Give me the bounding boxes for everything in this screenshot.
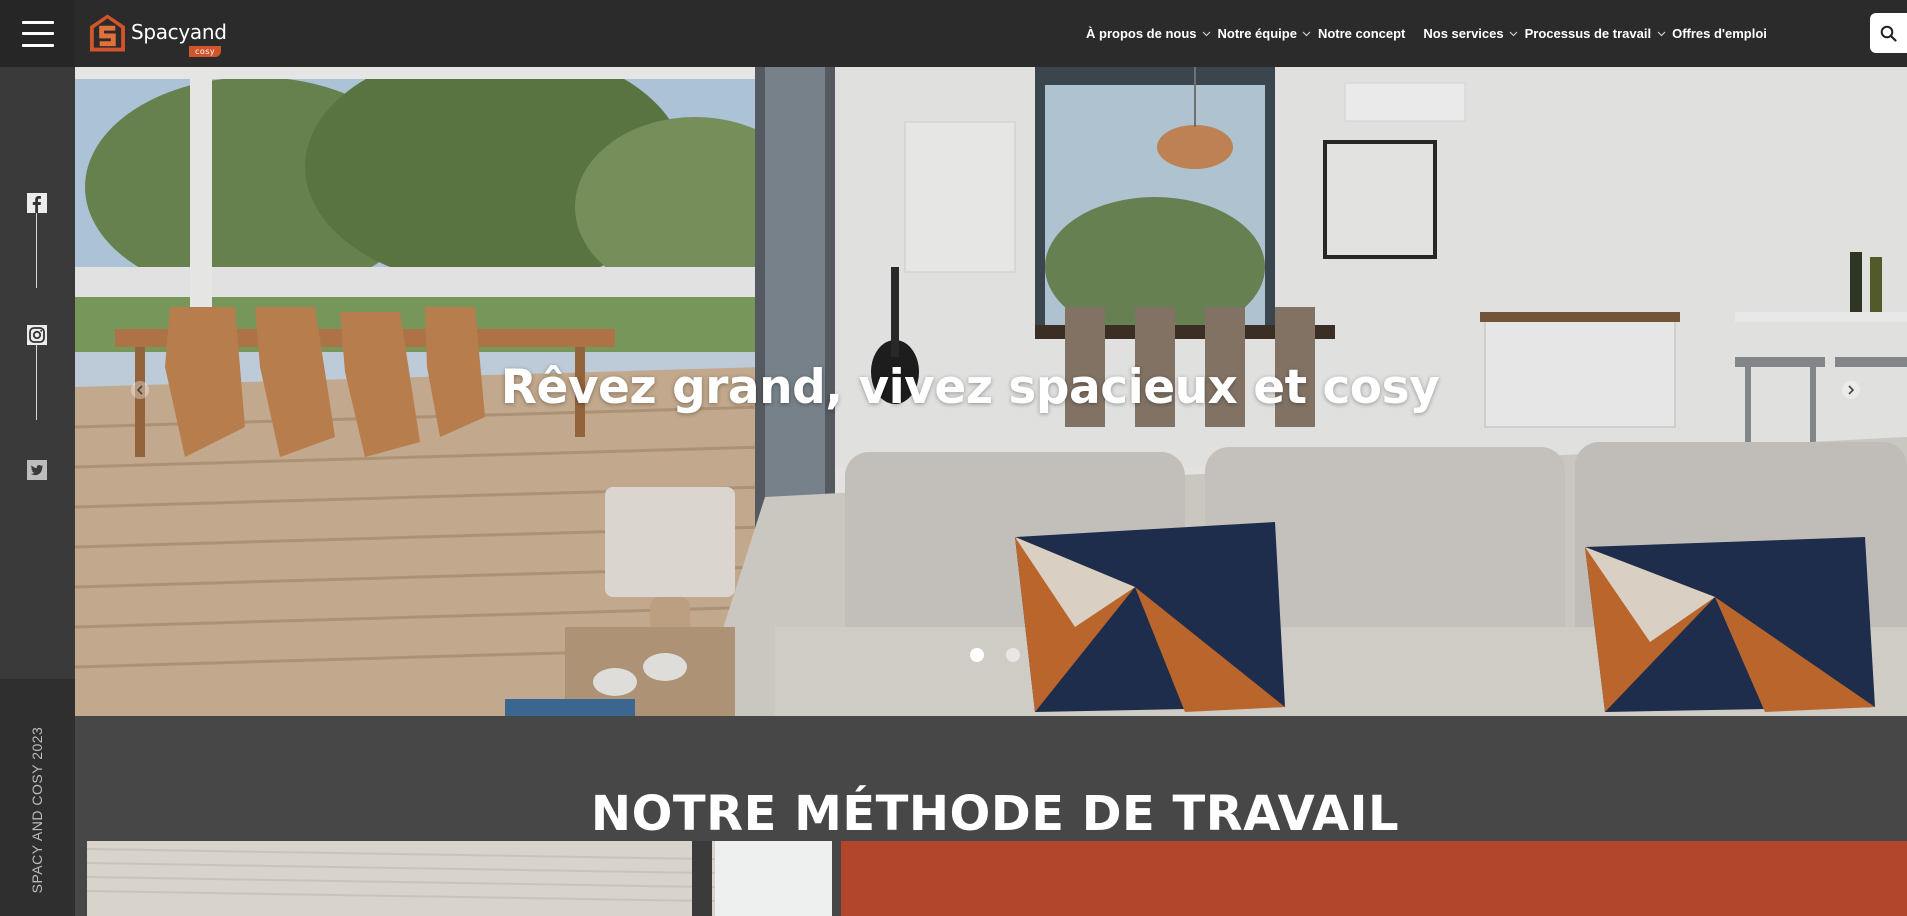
facebook-icon xyxy=(27,193,47,213)
nav-services-label: Nos services xyxy=(1423,26,1504,41)
hero-slider: Rêvez grand, vivez spacieux et cosy xyxy=(75,67,1907,716)
nav-about-label: À propos de nous xyxy=(1086,26,1197,41)
method-title: NOTRE MÉTHODE DE TRAVAIL xyxy=(590,785,1400,842)
site-logo[interactable]: Spacyand cosy xyxy=(88,10,238,58)
method-card-highlight xyxy=(841,841,1907,916)
slider-prev-button[interactable] xyxy=(131,381,149,399)
method-section: NOTRE MÉTHODE DE TRAVAIL xyxy=(75,716,1907,916)
slider-dot-2[interactable] xyxy=(1006,648,1020,662)
chevron-right-icon xyxy=(1848,385,1855,395)
chevron-down-icon xyxy=(1202,29,1212,39)
facebook-link[interactable] xyxy=(27,193,47,213)
slider-pagination xyxy=(970,648,1020,662)
nav-team-label: Notre équipe xyxy=(1217,26,1297,41)
logo-tag: cosy xyxy=(188,46,222,57)
chevron-down-icon xyxy=(1302,29,1312,39)
top-navbar: Spacyand cosy À propos de nous Notre équ… xyxy=(0,0,1907,67)
nav-concept-label: Notre concept xyxy=(1317,26,1406,41)
nav-process[interactable]: Processus de travail xyxy=(1525,26,1672,41)
menu-button[interactable] xyxy=(0,0,75,67)
twitter-link[interactable] xyxy=(27,460,47,480)
interior-photo-image xyxy=(87,841,832,916)
search-button[interactable] xyxy=(1870,13,1907,53)
method-card-image xyxy=(87,841,832,916)
nav-about[interactable]: À propos de nous xyxy=(1086,26,1218,41)
social-sidebar xyxy=(0,67,75,679)
chevron-left-icon xyxy=(136,385,143,395)
slider-next-button[interactable] xyxy=(1842,381,1860,399)
house-logo-icon xyxy=(89,14,125,52)
chevron-down-icon xyxy=(1656,29,1666,39)
nav-concept[interactable]: Notre concept xyxy=(1318,26,1405,41)
nav-jobs-label: Offres d'emploi xyxy=(1672,26,1767,41)
main-nav: À propos de nous Notre équipe Notre conc… xyxy=(1086,0,1767,67)
chevron-down-icon xyxy=(1509,29,1519,39)
copyright-text: SPACY AND COSY 2023 xyxy=(29,726,45,894)
search-icon xyxy=(1880,25,1897,42)
hamburger-icon xyxy=(21,20,54,47)
nav-jobs[interactable]: Offres d'emploi xyxy=(1672,26,1767,41)
twitter-icon xyxy=(27,460,47,480)
logo-wordmark: Spacyand xyxy=(130,20,227,44)
instagram-link[interactable] xyxy=(27,325,47,345)
nav-process-label: Processus de travail xyxy=(1524,26,1652,41)
slider-dot-1[interactable] xyxy=(970,648,984,662)
nav-team[interactable]: Notre équipe xyxy=(1218,26,1318,41)
instagram-icon xyxy=(27,325,47,345)
hero-title: Rêvez grand, vivez spacieux et cosy xyxy=(500,360,1440,416)
nav-services[interactable]: Nos services xyxy=(1423,26,1524,41)
